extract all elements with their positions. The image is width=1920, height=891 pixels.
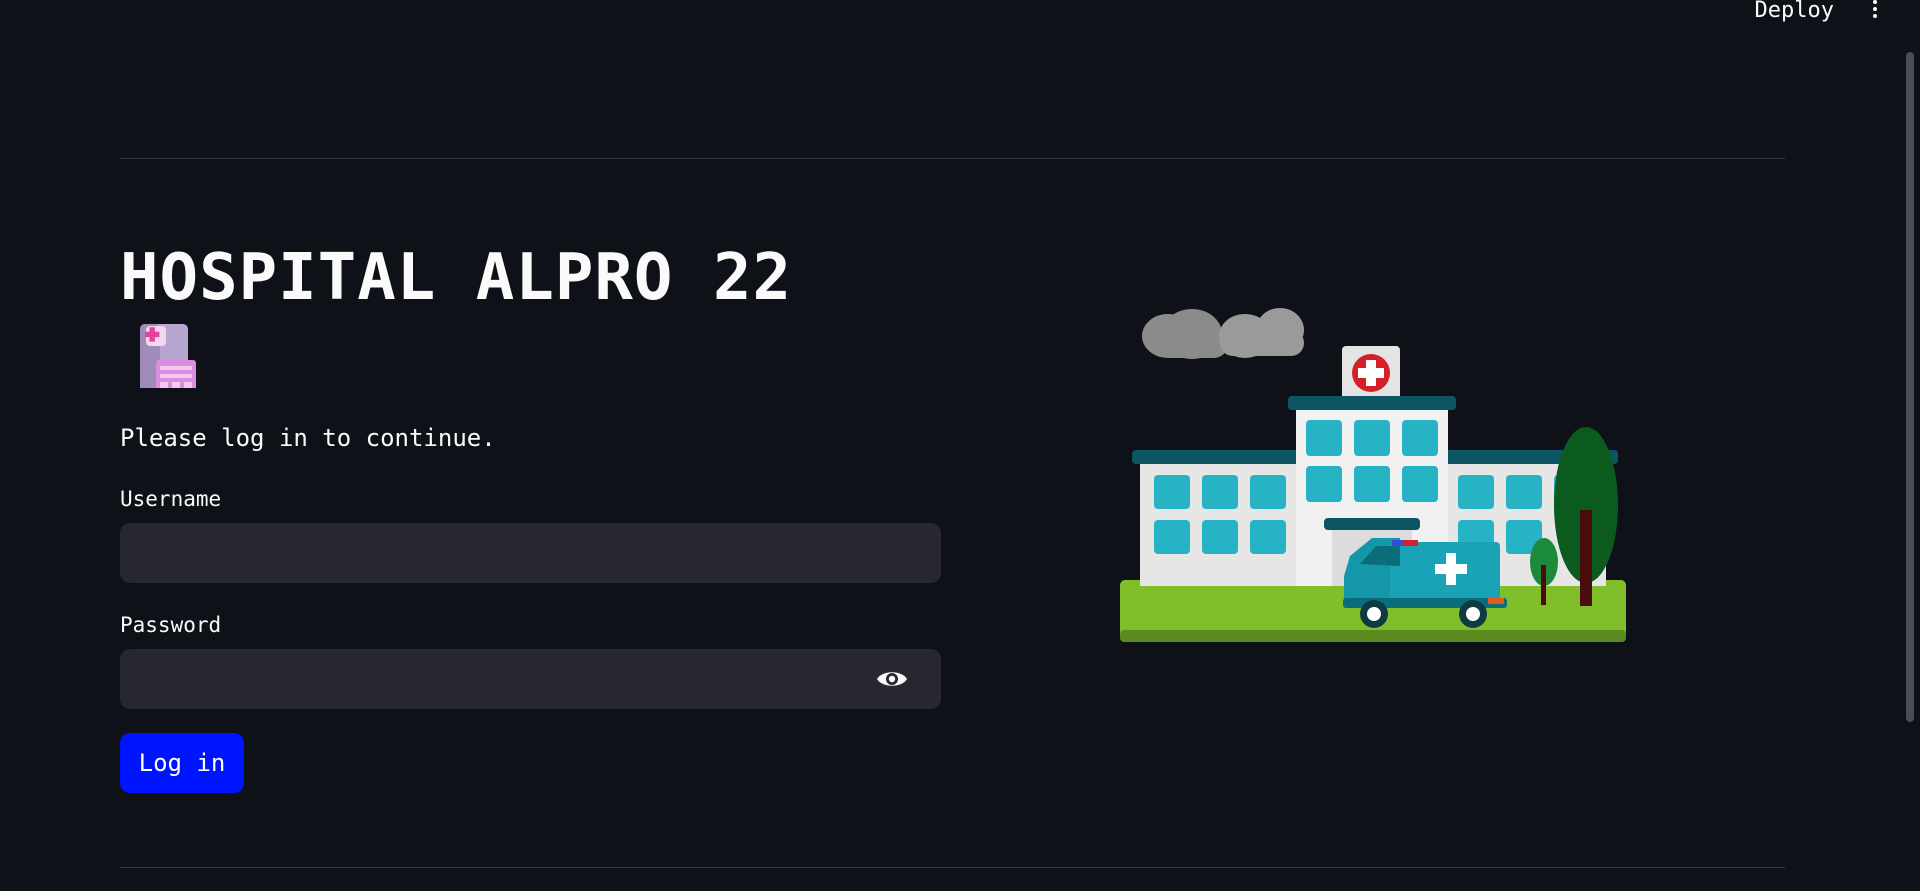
login-button[interactable]: Log in [120, 733, 244, 793]
bottom-divider [120, 867, 1785, 868]
top-header: Deploy [0, 0, 1920, 40]
page-title: HOSPITAL ALPRO 22 [120, 241, 793, 315]
login-prompt: Please log in to continue. [120, 424, 496, 452]
scrollbar[interactable] [1906, 52, 1914, 722]
cloud-icon [1142, 308, 1304, 359]
password-label: Password [120, 613, 222, 637]
username-input[interactable] [120, 523, 941, 583]
password-input[interactable] [120, 649, 941, 709]
top-divider [120, 158, 1785, 159]
hospital-emoji-icon [138, 322, 198, 388]
eye-icon[interactable] [874, 665, 910, 693]
username-label: Username [120, 487, 222, 511]
deploy-button[interactable]: Deploy [1755, 0, 1834, 24]
kebab-menu-icon[interactable] [1870, 0, 1880, 22]
hospital-illustration [1120, 280, 1630, 665]
